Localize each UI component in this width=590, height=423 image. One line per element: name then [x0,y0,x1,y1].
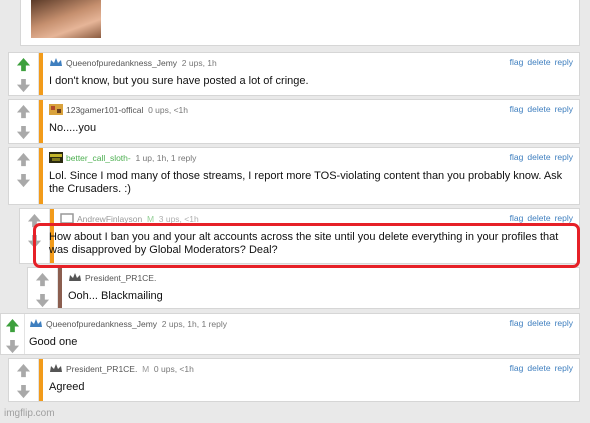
reply-link[interactable]: reply [555,57,573,67]
comment-header: President_PR1CE. [68,272,156,283]
flag-link[interactable]: flag [510,57,524,67]
upvote-arrow-icon[interactable] [16,57,31,72]
delete-link[interactable]: delete [527,57,550,67]
delete-link[interactable]: delete [527,318,550,328]
reply-link[interactable]: reply [555,363,573,373]
comment-header: better_call_sloth- 1 up, 1h, 1 reply [49,152,196,163]
comment-text: Ooh... Blackmailing [68,290,163,302]
flag-link[interactable]: flag [510,104,524,114]
comment-meta: 1 up, 1h, 1 reply [135,153,197,163]
delete-link[interactable]: delete [527,152,550,162]
vote-column [9,100,39,143]
comment-text: Good one [29,336,78,348]
downvote-arrow-icon[interactable] [35,293,50,308]
downvote-arrow-icon[interactable] [16,384,31,399]
flag-link[interactable]: flag [510,363,524,373]
reply-link[interactable]: reply [555,213,573,223]
comment-stripe [39,148,43,204]
comment: 123gamer101-offical 0 ups, <1h flag delet… [8,99,580,144]
downvote-arrow-icon[interactable] [5,339,20,354]
comment-header: Queenofpuredankness_Jemy 2 ups, 1h [49,57,217,68]
comment-meta: 2 ups, 1h, 1 reply [161,319,227,329]
delete-link[interactable]: delete [527,213,550,223]
reply-link[interactable]: reply [555,152,573,162]
upvote-arrow-icon[interactable] [16,104,31,119]
vote-column [1,314,25,354]
moderator-badge: M [142,364,150,374]
comment: Queenofpuredankness_Jemy 2 ups, 1h, 1 re… [0,313,580,355]
reply-link[interactable]: reply [555,104,573,114]
comment-header: President_PR1CE. M 0 ups, <1h [49,363,194,374]
comment-stripe [58,268,62,308]
downvote-arrow-icon[interactable] [16,78,31,93]
comment-meta: 0 ups, <1h [148,105,189,115]
upvote-arrow-icon[interactable] [35,272,50,287]
crown-icon [69,273,81,281]
comment: better_call_sloth- 1 up, 1h, 1 reply fla… [8,147,580,205]
vote-column [9,359,39,401]
flag-link[interactable]: flag [510,152,524,162]
vote-column [9,53,39,95]
downvote-arrow-icon[interactable] [16,125,31,140]
post-image-photo [31,0,101,38]
comment-stripe [39,53,43,95]
watermark: imgflip.com [4,408,55,419]
downvote-arrow-icon[interactable] [16,173,31,188]
comment: Queenofpuredankness_Jemy 2 ups, 1h flag d… [8,52,580,96]
comment-username[interactable]: President_PR1CE. [66,364,137,374]
delete-link[interactable]: delete [527,363,550,373]
flag-link[interactable]: flag [510,318,524,328]
comment-text: Agreed [49,381,85,393]
comment-actions: flag delete reply [506,213,573,223]
flag-link[interactable]: flag [510,213,524,223]
comment: President_PR1CE. M 0 ups, <1h flag delete… [8,358,580,402]
upvote-arrow-icon[interactable] [16,363,31,378]
comment-meta: 0 ups, <1h [153,364,194,374]
comment-username[interactable]: Queenofpuredankness_Jemy [66,58,177,68]
vote-column [28,268,58,308]
comment-header: Queenofpuredankness_Jemy 2 ups, 1h, 1 re… [29,318,227,329]
post-image [20,0,580,46]
crown-icon [50,58,62,66]
crown-icon [50,364,62,372]
comment-username[interactable]: President_PR1CE. [85,273,156,283]
comment-actions: flag delete reply [506,104,573,114]
comment-text: No.....you [49,122,97,134]
comment-username[interactable]: better_call_sloth- [66,153,131,163]
user-avatar-icon [49,104,63,115]
comment-header: 123gamer101-offical 0 ups, <1h [49,104,188,115]
comment-username[interactable]: 123gamer101-offical [66,105,143,115]
comment-username[interactable]: Queenofpuredankness_Jemy [46,319,157,329]
vote-column [9,148,39,204]
comment-text: I don't know, but you sure have posted a… [49,75,309,87]
comment-actions: flag delete reply [506,363,573,373]
reply-link[interactable]: reply [555,318,573,328]
comment: President_PR1CE. Ooh... Blackmailing [27,267,580,309]
comment-actions: flag delete reply [506,57,573,67]
user-avatar-icon [49,152,63,163]
comment-stripe [39,100,43,143]
comment-stripe [39,359,43,401]
comment-text: Lol. Since I mod many of those streams, … [49,170,563,195]
comment-actions: flag delete reply [506,152,573,162]
delete-link[interactable]: delete [527,104,550,114]
comment-meta: 2 ups, 1h [181,58,217,68]
upvote-arrow-icon[interactable] [16,152,31,167]
red-highlight-annotation [33,223,580,268]
crown-icon [30,319,42,327]
comment-actions: flag delete reply [506,318,573,328]
upvote-arrow-icon[interactable] [5,318,20,333]
